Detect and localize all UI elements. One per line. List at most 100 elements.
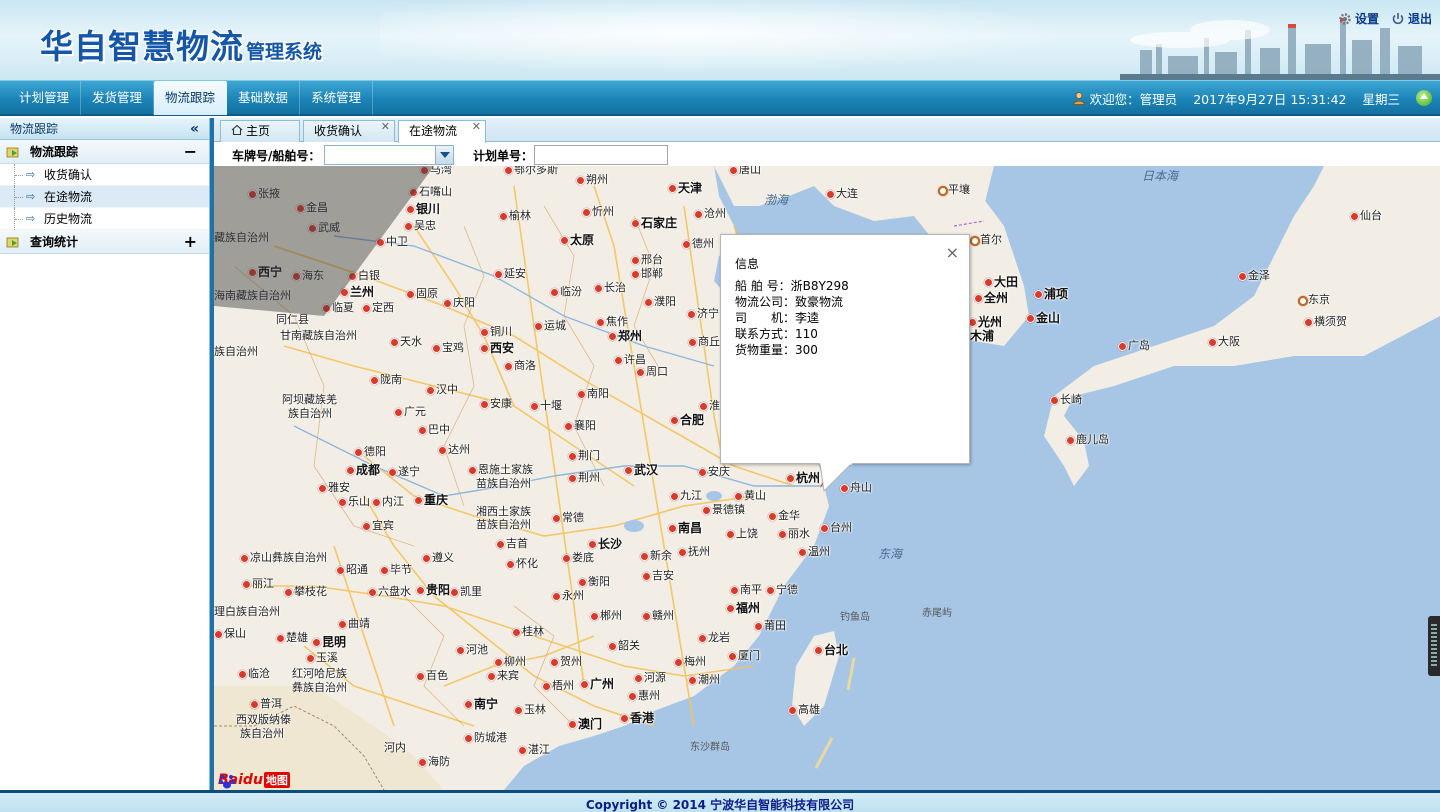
map-city-label: 木浦 <box>959 329 995 343</box>
map-city-label: 温州 <box>798 545 830 558</box>
expand-toggle-icon[interactable]: + <box>184 230 197 254</box>
nav-tab-tracking[interactable]: 物流跟踪 <box>154 81 228 115</box>
map-city-label: 广州 <box>579 677 615 691</box>
map-city-label: 六盘水 <box>368 585 411 598</box>
map-city-label: 福州 <box>725 601 761 615</box>
map-city-label: 陇南 <box>370 373 402 386</box>
tab-receipt-confirm[interactable]: 收货确认 ✕ <box>303 120 395 142</box>
map-city-label: 台北 <box>813 643 849 657</box>
popup-row-driver: 司 机：李逵 <box>735 311 820 325</box>
map-city-label: 毕节 <box>380 563 412 576</box>
map-city-label: 吉首 <box>496 537 528 550</box>
map-city-label: 莆田 <box>754 619 786 632</box>
settings-link[interactable]: 设置 <box>1338 10 1379 27</box>
map-city-label: 阿坝藏族羌 <box>282 393 337 406</box>
logo-sub-text: 管理系统 <box>246 41 323 63</box>
content-area: 主页 收货确认 ✕ 在途物流 ✕ 车牌号/船舶号： 计划单号： 马湾 鄂尔多斯 … <box>214 118 1440 790</box>
map-city-label: 西安 <box>479 341 515 355</box>
map-city-label: 宝鸡 <box>432 341 464 354</box>
map-city-label: 天津 <box>667 181 703 195</box>
map-city-label: 内江 <box>372 495 404 508</box>
map-city-label: 遂宁 <box>388 465 420 478</box>
tab-label: 收货确认 <box>314 124 363 138</box>
app-window: 华自智慧物流 管理系统 设置 退出 计划管理 发货管理 物流跟踪 基础数据 系统… <box>0 0 1440 812</box>
nav-tab-plan[interactable]: 计划管理 <box>8 81 82 115</box>
sidebar-group-label: 物流跟踪 <box>30 145 79 159</box>
map-city-label: 重庆 <box>413 493 449 507</box>
header-banner: 华自智慧物流 管理系统 设置 退出 <box>0 0 1440 80</box>
scroll-up-icon[interactable] <box>1416 90 1432 106</box>
map-city-label: 惠州 <box>628 689 660 702</box>
sidebar-item-in-transit[interactable]: ⇨ 在途物流 <box>0 186 209 208</box>
map-island-label: 赤尾屿 <box>922 608 952 619</box>
vessel-select[interactable] <box>324 145 454 165</box>
map-city-label: 攀枝花 <box>284 585 327 598</box>
map-city-label: 梧州 <box>542 679 574 692</box>
close-icon[interactable]: ✕ <box>381 117 390 137</box>
map-city-label: 娄底 <box>562 551 594 564</box>
map-city-label: 海防 <box>418 755 450 768</box>
sidebar-group-tracking[interactable]: 物流跟踪 − <box>0 140 209 164</box>
sidebar-item-receipt-confirm[interactable]: ⇨ 收货确认 <box>0 164 209 186</box>
map-city-label: 德州 <box>682 237 714 250</box>
filter-bar: 车牌号/船舶号： 计划单号： <box>214 142 1440 166</box>
top-links: 设置 退出 <box>1338 10 1432 27</box>
map-city-label: 石家庄 <box>630 216 678 230</box>
map-city-label: 雅安 <box>318 481 350 494</box>
main-nav-tabs: 计划管理 发货管理 物流跟踪 基础数据 系统管理 <box>8 81 374 115</box>
vessel-number-value: 浙B8Y298 <box>790 279 849 293</box>
map-view[interactable]: 马湾 鄂尔多斯 朔州 唐山 张掖 石嘴山 天津 金昌 银川 榆林 忻州 沧州 武… <box>214 166 1440 790</box>
map-city-label: 安庆 <box>698 465 730 478</box>
map-city-label: 苗族自治州 <box>476 518 531 531</box>
tab-in-transit[interactable]: 在途物流 ✕ <box>398 120 486 143</box>
map-city-label: 周口 <box>636 365 668 378</box>
map-city-label: 平壤 <box>938 183 970 196</box>
map-city-label: 长沙 <box>587 537 623 551</box>
map-city-label: 首尔 <box>970 233 1002 246</box>
close-icon[interactable]: ✕ <box>472 117 481 137</box>
map-city-label: 长崎 <box>1050 393 1082 406</box>
chevron-down-icon[interactable] <box>435 146 453 164</box>
plan-number-input[interactable] <box>534 145 668 165</box>
map-city-label: 南阳 <box>577 387 609 400</box>
map-city-label: 保山 <box>214 627 246 640</box>
gear-icon <box>1339 12 1351 25</box>
nav-tab-basic-data[interactable]: 基础数据 <box>227 81 301 115</box>
map-city-label: 河源 <box>634 671 666 684</box>
map-city-label: 韶关 <box>608 639 640 652</box>
sidebar-group-query-stats[interactable]: 查询统计 + <box>0 230 209 254</box>
map-city-label: 临沧 <box>238 667 270 680</box>
island-decoration <box>814 737 834 769</box>
map-city-label: 延安 <box>494 267 526 280</box>
map-city-label: 台州 <box>820 521 852 534</box>
map-city-label: 光州 <box>967 315 1003 329</box>
sidebar-collapse-button[interactable]: « <box>190 118 199 140</box>
map-city-label: 吉安 <box>642 569 674 582</box>
map-zoom-control[interactable] <box>1428 616 1440 676</box>
map-city-label: 邢台 <box>631 253 663 266</box>
folder-arrow-icon <box>6 147 19 158</box>
nav-tab-system[interactable]: 系统管理 <box>300 81 374 115</box>
map-city-label: 澳门 <box>567 717 603 731</box>
logout-link[interactable]: 退出 <box>1391 10 1432 27</box>
map-city-label: 永州 <box>552 589 584 602</box>
map-city-label: 铜川 <box>480 325 512 338</box>
map-city-label: 达州 <box>438 443 470 456</box>
close-icon[interactable]: × <box>946 243 959 262</box>
map-city-label: 黄山 <box>734 489 766 502</box>
map-city-label: 金泽 <box>1238 269 1270 282</box>
map-city-label: 荆州 <box>568 471 600 484</box>
sidebar-item-label: 收货确认 <box>44 168 93 182</box>
collapse-toggle-icon[interactable]: − <box>184 140 197 164</box>
map-city-label: 桂林 <box>512 625 544 638</box>
sidebar-item-history[interactable]: ⇨ 历史物流 <box>0 208 209 230</box>
map-city-label: 楚雄 <box>276 631 308 644</box>
map-city-label: 大连 <box>826 187 858 200</box>
page-tab-strip: 主页 收货确认 ✕ 在途物流 ✕ <box>214 118 1440 143</box>
map-sea-label: 日本海 <box>1142 169 1179 183</box>
map-city-label: 朔州 <box>576 173 608 186</box>
map-city-label: 十堰 <box>530 399 562 412</box>
baidu-paw-icon <box>219 775 235 789</box>
tab-home[interactable]: 主页 <box>220 120 300 142</box>
nav-tab-shipping[interactable]: 发货管理 <box>81 81 155 115</box>
